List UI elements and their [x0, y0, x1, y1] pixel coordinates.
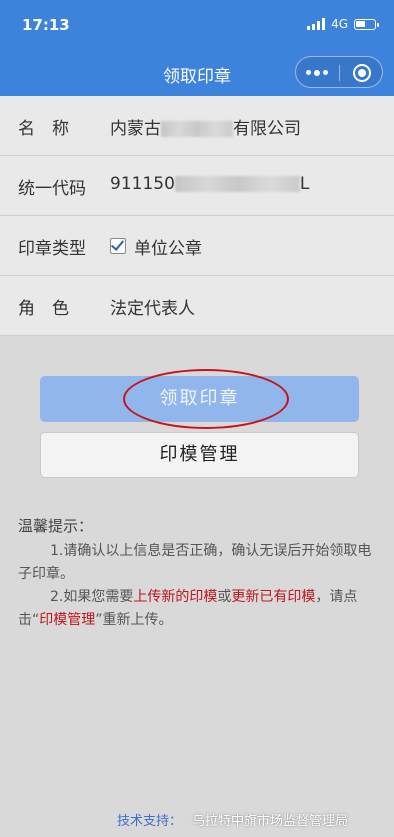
- name-label: 名 称: [18, 119, 69, 139]
- seal-type-label: 印章类型: [18, 239, 86, 259]
- redaction-blur: [161, 121, 233, 137]
- status-time: 17:13: [22, 16, 70, 34]
- role-label: 角 色: [18, 299, 69, 319]
- nav-bar: 领取印章: [0, 50, 394, 96]
- tip2-or: 或: [217, 589, 232, 605]
- status-bar: 17:13 4G: [0, 0, 394, 50]
- tech-support-label: 技术支持：: [117, 814, 183, 829]
- seal-type-option[interactable]: 单位公章: [134, 234, 202, 259]
- code-value-suffix: L: [299, 174, 310, 194]
- name-value-suffix: 有限公司: [233, 119, 301, 139]
- red-circle-annotation: [123, 369, 289, 429]
- seal-type-row: 印章类型 单位公章: [0, 216, 394, 276]
- battery-icon: [354, 18, 379, 30]
- tip-item-1: 1.请确认以上信息是否正确，确认无误后开始领取电子印章。: [18, 543, 372, 582]
- checkbox-checked-icon[interactable]: [110, 238, 126, 254]
- name-value: 内蒙古 有限公司: [110, 114, 301, 139]
- network-type: 4G: [331, 17, 348, 31]
- role-row: 角 色 法定代表人: [0, 276, 394, 336]
- role-value: 法定代表人: [110, 299, 195, 319]
- name-value-prefix: 内蒙古: [110, 119, 161, 139]
- code-row: 统一代码 911150 L: [0, 156, 394, 216]
- tip2-text-c: ”重新上传。: [95, 612, 173, 628]
- redaction-blur: [174, 176, 300, 192]
- signal-icon: [307, 18, 326, 30]
- code-label: 统一代码: [18, 179, 86, 199]
- tip2-upload-highlight: 上传新的印模: [133, 589, 218, 605]
- tip2-text-a: 2.如果您需要: [50, 589, 134, 605]
- more-icon[interactable]: [306, 69, 328, 76]
- code-value: 911150 L: [110, 174, 309, 194]
- status-indicators: 4G: [307, 17, 379, 31]
- tip-item-2: 2.如果您需要上传新的印模或更新已有印模，请点击“印模管理”重新上传。: [18, 586, 374, 632]
- tips-title: 温馨提示：: [18, 517, 94, 535]
- tip2-update-highlight: 更新已有印模: [231, 589, 316, 605]
- name-row: 名 称 内蒙古 有限公司: [0, 96, 394, 156]
- close-target-icon[interactable]: [353, 64, 371, 82]
- capsule-divider: [339, 65, 340, 81]
- seal-template-manage-button[interactable]: 印模管理: [40, 432, 359, 478]
- miniprogram-capsule: [295, 56, 383, 88]
- tip2-manage-highlight: 印模管理: [39, 612, 96, 628]
- tech-support-value: 乌拉特中旗市场监督管理局: [192, 814, 349, 829]
- code-value-prefix: 911150: [110, 174, 175, 194]
